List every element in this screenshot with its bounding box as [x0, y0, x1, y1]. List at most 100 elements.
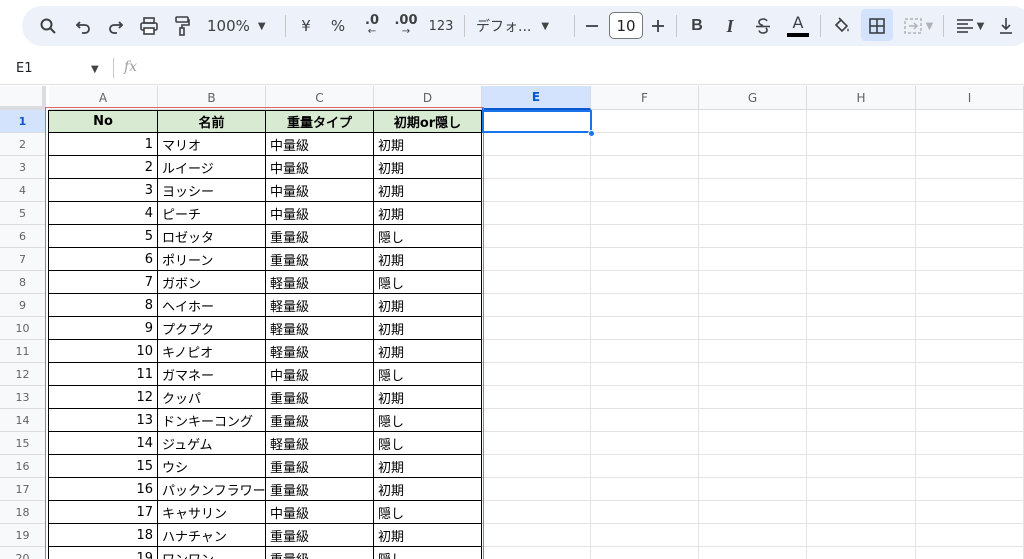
- caret-down-icon[interactable]: ▼: [91, 64, 99, 75]
- spreadsheet-grid[interactable]: A B C D E F G H I 1 2 3 4 5 6 7 8 9 10 11 12 13 14 15 16 17 18 19 20…: [0, 86, 1024, 559]
- cell-f2[interactable]: [591, 133, 699, 156]
- table-cell-weight-type[interactable]: 中量級: [266, 179, 374, 202]
- column-header-e[interactable]: E: [482, 86, 591, 110]
- row-header-4[interactable]: 4: [0, 179, 46, 202]
- table-cell-no[interactable]: 9: [49, 317, 158, 340]
- row-header-6[interactable]: 6: [0, 225, 46, 248]
- table-header-no[interactable]: No: [49, 110, 158, 133]
- table-cell-name[interactable]: プクプク: [158, 317, 266, 340]
- table-cell-weight-type[interactable]: 重量級: [266, 409, 374, 432]
- cell-h1[interactable]: [807, 110, 916, 133]
- cell-g16[interactable]: [699, 455, 807, 478]
- cell-e19[interactable]: [482, 524, 591, 547]
- cell-g18[interactable]: [699, 501, 807, 524]
- table-cell-initial-or-hidden[interactable]: 隠し: [374, 225, 482, 248]
- table-cell-no[interactable]: 7: [49, 271, 158, 294]
- merge-icon[interactable]: ▼: [900, 6, 936, 46]
- cell-f9[interactable]: [591, 294, 699, 317]
- cell-i7[interactable]: [916, 248, 1024, 271]
- cell-h17[interactable]: [807, 478, 916, 501]
- table-cell-initial-or-hidden[interactable]: 初期: [374, 386, 482, 409]
- table-cell-weight-type[interactable]: 中量級: [266, 202, 374, 225]
- cell-e1[interactable]: [482, 110, 591, 133]
- table-cell-name[interactable]: ワンワン: [158, 547, 266, 559]
- table-cell-weight-type[interactable]: 軽量級: [266, 271, 374, 294]
- cell-f14[interactable]: [591, 409, 699, 432]
- cell-i4[interactable]: [916, 179, 1024, 202]
- table-cell-weight-type[interactable]: 中量級: [266, 363, 374, 386]
- cell-f4[interactable]: [591, 179, 699, 202]
- table-cell-name[interactable]: ドンキーコング: [158, 409, 266, 432]
- table-cell-name[interactable]: ヨッシー: [158, 179, 266, 202]
- cell-g1[interactable]: [699, 110, 807, 133]
- row-header-18[interactable]: 18: [0, 501, 46, 524]
- table-cell-no[interactable]: 12: [49, 386, 158, 409]
- table-cell-weight-type[interactable]: 中量級: [266, 133, 374, 156]
- table-cell-initial-or-hidden[interactable]: 初期: [374, 340, 482, 363]
- percent-button[interactable]: %: [328, 6, 348, 46]
- cell-i3[interactable]: [916, 156, 1024, 179]
- table-cell-name[interactable]: ガマネー: [158, 363, 266, 386]
- cell-h4[interactable]: [807, 179, 916, 202]
- row-header-16[interactable]: 16: [0, 455, 46, 478]
- column-header-i[interactable]: I: [916, 86, 1024, 110]
- table-cell-initial-or-hidden[interactable]: 初期: [374, 524, 482, 547]
- table-cell-initial-or-hidden[interactable]: 隠し: [374, 271, 482, 294]
- table-header-initial-or-hidden[interactable]: 初期or隠し: [374, 110, 482, 133]
- cell-f5[interactable]: [591, 202, 699, 225]
- table-cell-no[interactable]: 6: [49, 248, 158, 271]
- table-cell-name[interactable]: ヘイホー: [158, 294, 266, 317]
- table-cell-weight-type[interactable]: 軽量級: [266, 294, 374, 317]
- cell-i2[interactable]: [916, 133, 1024, 156]
- cell-i15[interactable]: [916, 432, 1024, 455]
- cell-i16[interactable]: [916, 455, 1024, 478]
- cell-g11[interactable]: [699, 340, 807, 363]
- row-header-7[interactable]: 7: [0, 248, 46, 271]
- cell-i13[interactable]: [916, 386, 1024, 409]
- column-header-b[interactable]: B: [158, 86, 266, 110]
- cell-g7[interactable]: [699, 248, 807, 271]
- table-header-weight-type[interactable]: 重量タイプ: [266, 110, 374, 133]
- table-cell-name[interactable]: マリオ: [158, 133, 266, 156]
- cell-i5[interactable]: [916, 202, 1024, 225]
- paint-format-icon[interactable]: [170, 6, 194, 46]
- select-all-corner[interactable]: [0, 86, 46, 110]
- cell-e15[interactable]: [482, 432, 591, 455]
- table-cell-no[interactable]: 5: [49, 225, 158, 248]
- cell-f19[interactable]: [591, 524, 699, 547]
- table-cell-initial-or-hidden[interactable]: 初期: [374, 248, 482, 271]
- italic-button[interactable]: I: [721, 6, 739, 46]
- cell-e6[interactable]: [482, 225, 591, 248]
- table-cell-no[interactable]: 15: [49, 455, 158, 478]
- table-cell-weight-type[interactable]: 軽量級: [266, 432, 374, 455]
- cell-i12[interactable]: [916, 363, 1024, 386]
- cell-i6[interactable]: [916, 225, 1024, 248]
- cell-g10[interactable]: [699, 317, 807, 340]
- row-header-2[interactable]: 2: [0, 133, 46, 156]
- table-cell-initial-or-hidden[interactable]: 初期: [374, 294, 482, 317]
- column-header-h[interactable]: H: [807, 86, 916, 110]
- cell-h13[interactable]: [807, 386, 916, 409]
- bold-button[interactable]: B: [688, 6, 706, 46]
- redo-icon[interactable]: [104, 6, 128, 46]
- table-cell-weight-type[interactable]: 軽量級: [266, 340, 374, 363]
- table-cell-no[interactable]: 19: [49, 547, 158, 559]
- cell-h15[interactable]: [807, 432, 916, 455]
- cell-f8[interactable]: [591, 271, 699, 294]
- cell-g19[interactable]: [699, 524, 807, 547]
- table-cell-no[interactable]: 2: [49, 156, 158, 179]
- row-header-14[interactable]: 14: [0, 409, 46, 432]
- row-header-10[interactable]: 10: [0, 317, 46, 340]
- table-cell-initial-or-hidden[interactable]: 初期: [374, 455, 482, 478]
- number-format-button[interactable]: 123: [428, 6, 454, 46]
- table-cell-initial-or-hidden[interactable]: 初期: [374, 179, 482, 202]
- cell-i10[interactable]: [916, 317, 1024, 340]
- cell-f18[interactable]: [591, 501, 699, 524]
- table-cell-name[interactable]: ロゼッタ: [158, 225, 266, 248]
- table-cell-initial-or-hidden[interactable]: 初期: [374, 156, 482, 179]
- cell-f10[interactable]: [591, 317, 699, 340]
- cell-e14[interactable]: [482, 409, 591, 432]
- cell-i9[interactable]: [916, 294, 1024, 317]
- table-cell-initial-or-hidden[interactable]: 初期: [374, 133, 482, 156]
- table-cell-weight-type[interactable]: 重量級: [266, 225, 374, 248]
